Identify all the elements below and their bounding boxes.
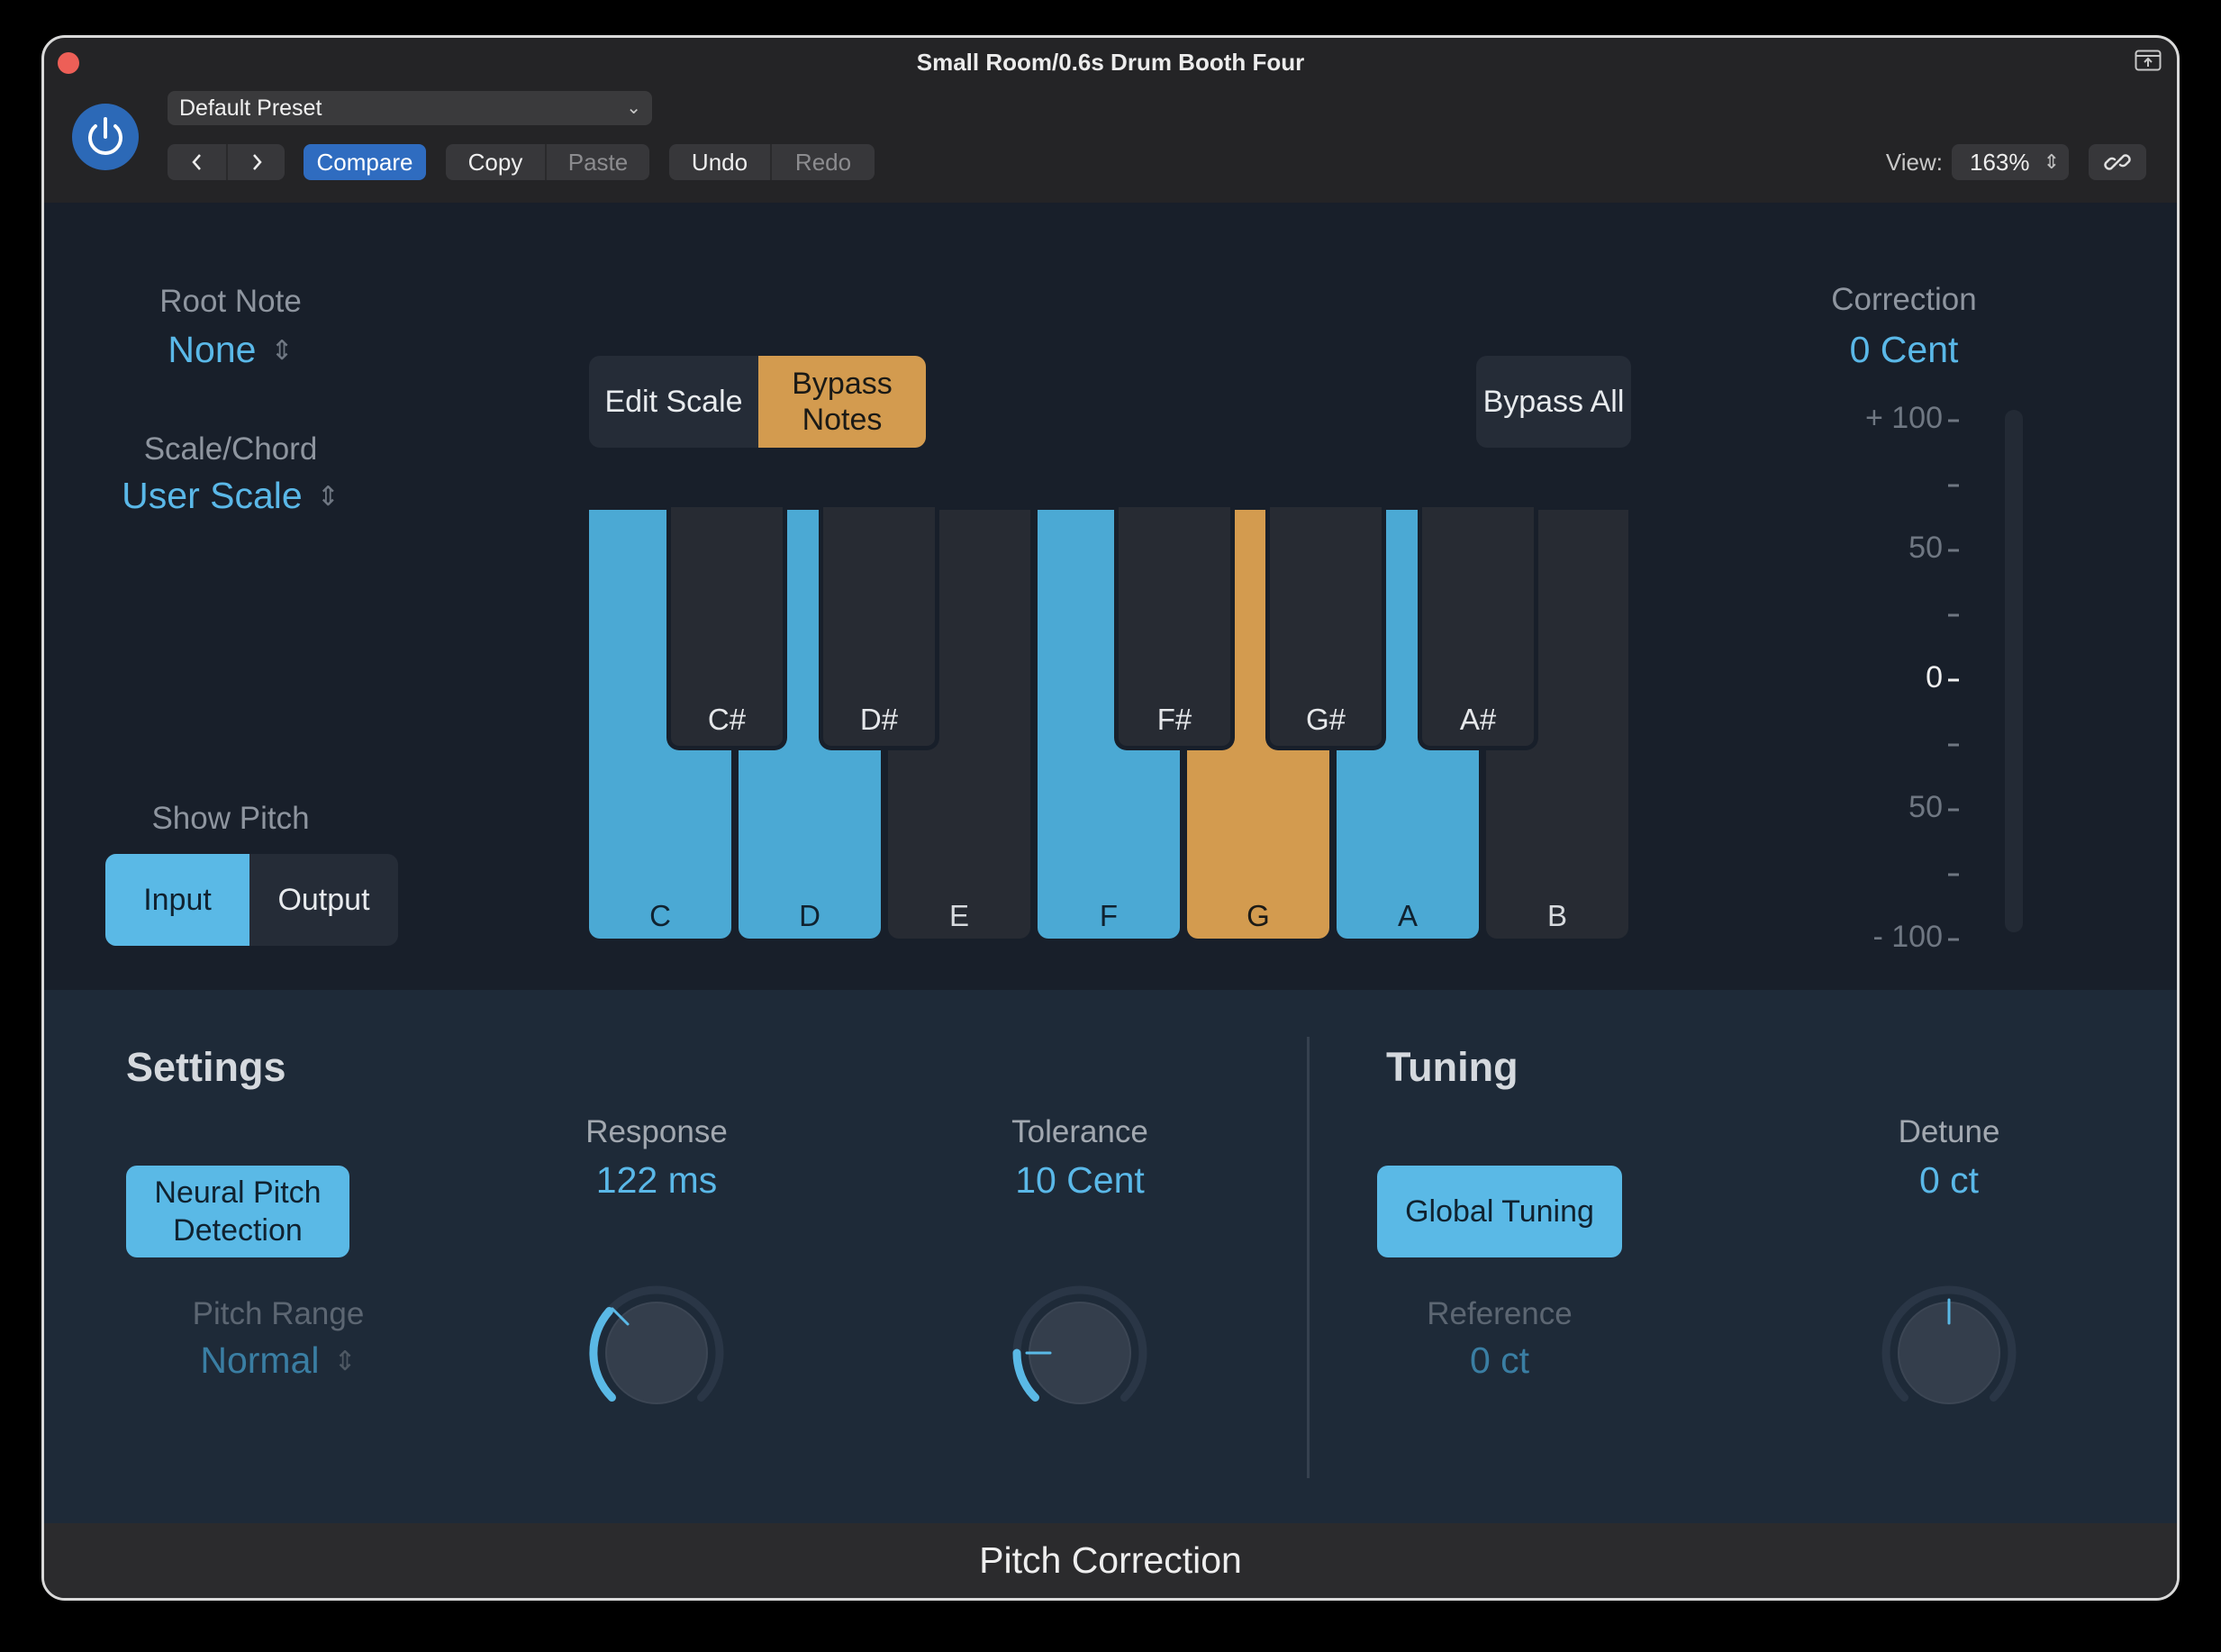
correction-label: Correction — [1831, 282, 1977, 317]
pitch-range-label: Pitch Range — [192, 1296, 365, 1331]
response-label: Response — [585, 1114, 728, 1149]
show-pitch-toggle: Input Output — [105, 854, 398, 946]
scale-chord-label: Scale/Chord — [143, 431, 318, 467]
key-c-sharp[interactable]: C# — [666, 507, 787, 750]
neural-pitch-detection-button[interactable]: Neural Pitch Detection — [126, 1166, 349, 1257]
bypass-notes-button[interactable]: Bypass Notes — [758, 356, 926, 448]
correction-bar — [2005, 410, 2023, 932]
detune-knob[interactable] — [1863, 1267, 2035, 1439]
correction-value: 0 Cent — [1849, 329, 1959, 370]
main-panel: Root Note None ⇕ Scale/Chord User Scale ⇕ … — [44, 203, 2177, 990]
window-title: Small Room/0.6s Drum Booth Four — [916, 49, 1305, 76]
preset-nav-group — [168, 144, 285, 180]
expand-icon[interactable] — [2135, 50, 2162, 71]
response-value: 122 ms — [595, 1159, 718, 1201]
key-a-sharp[interactable]: A# — [1418, 507, 1538, 750]
key-label: F# — [1156, 703, 1192, 736]
up-down-icon: ⇕ — [333, 1347, 357, 1376]
key-label: E — [948, 899, 969, 932]
view-zoom-value: 163% — [1970, 149, 2030, 176]
bypass-all-button[interactable]: Bypass All — [1476, 356, 1631, 448]
tolerance-knob[interactable] — [994, 1267, 1165, 1439]
up-down-icon: ⇕ — [316, 482, 340, 512]
key-label: A# — [1459, 703, 1497, 736]
key-label: C# — [707, 703, 747, 736]
previous-preset-button[interactable] — [168, 144, 226, 180]
reference-value: 0 ct — [1469, 1339, 1530, 1381]
pitch-range-value: Normal — [200, 1339, 320, 1381]
compare-button[interactable]: Compare — [304, 144, 426, 180]
show-pitch-label: Show Pitch — [151, 801, 310, 836]
view-label: View: — [1885, 149, 1943, 176]
next-preset-button[interactable] — [226, 144, 285, 180]
preset-label: Default Preset — [179, 95, 322, 121]
reference-label: Reference — [1427, 1296, 1573, 1331]
tick-label: + 100 — [1864, 401, 1943, 435]
input-option[interactable]: Input — [105, 854, 249, 946]
pitch-range-select[interactable]: Normal ⇕ — [157, 1339, 400, 1382]
plugin-name-footer: Pitch Correction — [44, 1523, 2177, 1598]
key-label: F — [1099, 899, 1119, 932]
copy-paste-group: Copy Paste — [446, 144, 649, 180]
key-label: G — [1246, 899, 1270, 932]
tick-label: 50 — [1908, 790, 1943, 824]
root-note-select[interactable]: None ⇕ — [109, 329, 352, 371]
key-label: C — [649, 899, 671, 932]
tick-label: 50 — [1908, 531, 1943, 565]
power-button[interactable] — [72, 104, 139, 170]
up-down-icon: ⇕ — [2043, 150, 2060, 173]
scale-chord-select[interactable]: User Scale ⇕ — [82, 475, 379, 517]
key-f-sharp[interactable]: F# — [1114, 507, 1235, 750]
output-option[interactable]: Output — [249, 854, 398, 946]
key-label: B — [1546, 899, 1567, 932]
key-label: D — [799, 899, 820, 932]
plugin-window: Small Room/0.6s Drum Booth Four Default … — [41, 35, 2180, 1601]
key-label: D# — [859, 703, 899, 736]
tolerance-label: Tolerance — [1011, 1114, 1148, 1149]
correction-meter: + 100 50 0 50 - 100 — [1809, 401, 2023, 954]
settings-title: Settings — [126, 1044, 286, 1090]
keyboard: C D E F G A B C# D# F# G# A# — [589, 507, 1632, 939]
key-g-sharp[interactable]: G# — [1265, 507, 1386, 750]
chevron-left-icon — [191, 154, 201, 170]
tick-label: - 100 — [1872, 920, 1944, 954]
view-zoom-select[interactable]: 163% ⇕ — [1952, 144, 2069, 180]
chevron-down-icon: ⌄ — [626, 98, 641, 118]
link-icon — [2104, 154, 2131, 170]
key-label: G# — [1305, 703, 1346, 736]
undo-button[interactable]: Undo — [669, 144, 770, 180]
chevron-right-icon — [252, 154, 262, 170]
edit-scale-button[interactable]: Edit Scale — [589, 356, 758, 448]
detune-label: Detune — [1898, 1114, 2000, 1149]
bypass-all-frame: Bypass All — [1476, 356, 1631, 448]
meter-ticks — [1948, 419, 1959, 941]
section-divider — [1307, 1037, 1310, 1478]
scale-chord-value: User Scale — [122, 475, 303, 516]
global-tuning-button[interactable]: Global Tuning — [1377, 1166, 1622, 1257]
tick-label: 0 — [1926, 660, 1943, 694]
up-down-icon: ⇕ — [270, 336, 294, 366]
link-button[interactable] — [2089, 144, 2146, 180]
detune-value: 0 ct — [1918, 1159, 1980, 1201]
bottom-panel: Settings Neural Pitch Detection Pitch Ra… — [44, 990, 2177, 1561]
key-d-sharp[interactable]: D# — [819, 507, 939, 750]
key-label: A — [1397, 899, 1418, 932]
redo-button[interactable]: Redo — [770, 144, 875, 180]
root-note-label: Root Note — [159, 284, 302, 319]
tuning-title: Tuning — [1386, 1044, 1518, 1090]
root-note-value: None — [168, 329, 257, 370]
response-knob[interactable] — [571, 1267, 742, 1439]
tolerance-value: 10 Cent — [1015, 1159, 1145, 1201]
keyboard-mode-toggle: Edit Scale Bypass Notes — [589, 356, 926, 448]
undo-redo-group: Undo Redo — [669, 144, 875, 180]
copy-button[interactable]: Copy — [446, 144, 545, 180]
power-icon — [88, 117, 122, 155]
paste-button[interactable]: Paste — [545, 144, 649, 180]
preset-dropdown[interactable]: Default Preset ⌄ — [168, 91, 652, 125]
